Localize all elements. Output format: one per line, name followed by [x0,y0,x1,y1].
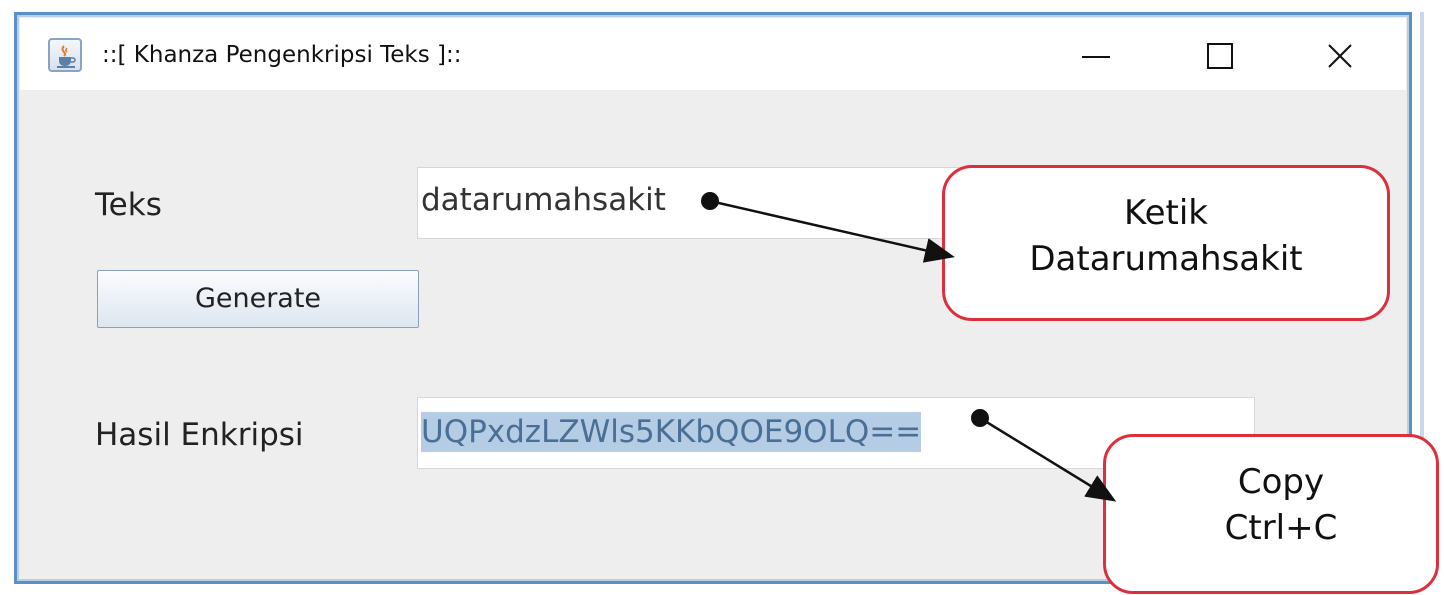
arrow-to-ketik [701,192,955,263]
annotation-arrows [701,192,1117,502]
screenshot-stage: ::[ Khanza Pengenkripsi Teks ]:: Teks da… [0,0,1444,595]
arrow-to-copy [971,409,1117,502]
